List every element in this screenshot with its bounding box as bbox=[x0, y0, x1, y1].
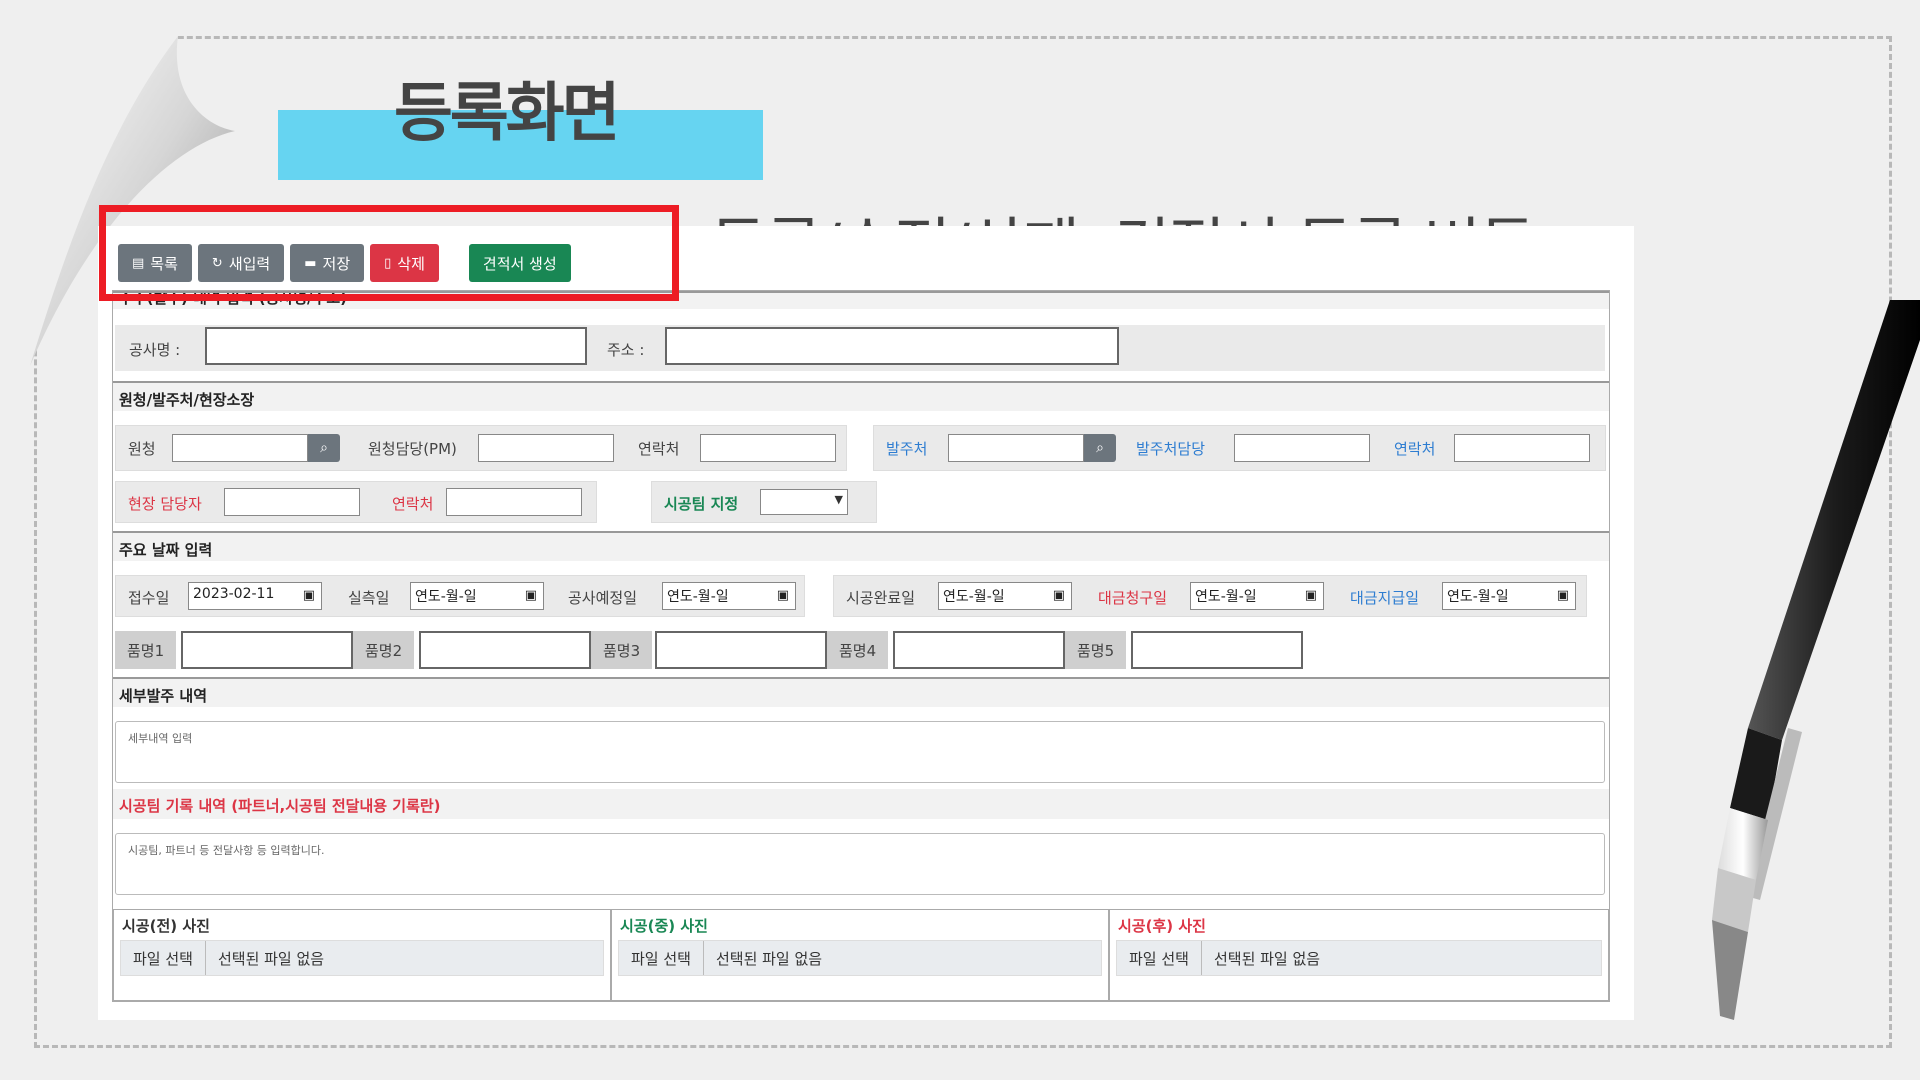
payment-date-value: 연도-월-일 bbox=[1447, 589, 1509, 605]
planned-date-label: 공사예정일 bbox=[568, 589, 638, 607]
address-label: 주소 : bbox=[607, 341, 645, 359]
contact1-label: 연락처 bbox=[638, 440, 680, 458]
payment-date-label: 대금지급일 bbox=[1350, 589, 1420, 607]
product-row: 품명1 품명2 품명3 품명4 품명5 bbox=[115, 631, 1605, 671]
calendar-icon: ▣ bbox=[302, 588, 315, 603]
highlight-box bbox=[99, 205, 679, 301]
product2-label: 품명2 bbox=[353, 631, 415, 669]
orderer-input[interactable] bbox=[948, 434, 1084, 462]
planned-date-input[interactable]: 연도-월-일 ▣ bbox=[662, 582, 796, 610]
contractor-label: 원청 bbox=[128, 440, 156, 458]
site-manager-group: 현장 담당자 연락처 bbox=[115, 481, 597, 523]
pen-decoration bbox=[1712, 300, 1920, 1020]
search-icon: ⌕ bbox=[1096, 440, 1104, 456]
photo-during-file[interactable]: 파일 선택 선택된 파일 없음 bbox=[618, 940, 1102, 976]
slide-title: 등록화면 bbox=[394, 77, 621, 151]
section-dates-heading: 주요 날짜 입력 bbox=[113, 531, 1609, 561]
complete-date-value: 연도-월-일 bbox=[943, 589, 1005, 605]
calendar-icon: ▣ bbox=[1052, 588, 1065, 603]
chevron-down-icon: ▼ bbox=[834, 493, 843, 506]
photo-after-file[interactable]: 파일 선택 선택된 파일 없음 bbox=[1116, 940, 1602, 976]
survey-date-label: 실측일 bbox=[348, 589, 390, 607]
billing-date-label: 대금청구일 bbox=[1098, 589, 1168, 607]
file-none-text: 선택된 파일 없음 bbox=[217, 949, 325, 968]
complete-date-label: 시공완료일 bbox=[846, 589, 916, 607]
product5-input[interactable] bbox=[1131, 631, 1303, 669]
orderer-manager-input[interactable] bbox=[1234, 434, 1370, 462]
photo-after-box: 시공(후) 사진 파일 선택 선택된 파일 없음 bbox=[1109, 909, 1609, 1001]
orderer-manager-label: 발주처담당 bbox=[1136, 440, 1206, 458]
contact3-input[interactable] bbox=[446, 488, 582, 516]
contact1-input[interactable] bbox=[700, 434, 836, 462]
photo-during-title: 시공(중) 사진 bbox=[620, 917, 708, 935]
complete-date-input[interactable]: 연도-월-일 ▣ bbox=[938, 582, 1072, 610]
section-team-heading: 시공팀 기록 내역 (파트너,시공팀 전달내용 기록란) bbox=[113, 789, 1609, 819]
section-detail-heading: 세부발주 내역 bbox=[113, 677, 1609, 707]
survey-date-value: 연도-월-일 bbox=[415, 589, 477, 605]
dates-group-2: 시공완료일 연도-월-일 ▣ 대금청구일 연도-월-일 ▣ 대금지급일 연도-월-일… bbox=[833, 575, 1587, 617]
project-name-input[interactable] bbox=[205, 327, 587, 365]
photo-during-box: 시공(중) 사진 파일 선택 선택된 파일 없음 bbox=[611, 909, 1109, 1001]
payment-date-input[interactable]: 연도-월-일 ▣ bbox=[1442, 582, 1576, 610]
team-textarea[interactable]: 시공팀, 파트너 등 전달사항 등 입력합니다. bbox=[115, 833, 1605, 895]
contact2-input[interactable] bbox=[1454, 434, 1590, 462]
photo-before-file[interactable]: 파일 선택 선택된 파일 없음 bbox=[120, 940, 604, 976]
team-select[interactable]: ▼ bbox=[760, 489, 848, 515]
photo-section: 시공(전) 사진 파일 선택 선택된 파일 없음 시공(중) 사진 파일 선택 … bbox=[113, 909, 1611, 1003]
calendar-icon: ▣ bbox=[776, 588, 789, 603]
product4-label: 품명4 bbox=[827, 631, 889, 669]
product2-input[interactable] bbox=[419, 631, 591, 669]
planned-date-value: 연도-월-일 bbox=[667, 589, 729, 605]
calendar-icon: ▣ bbox=[1556, 588, 1569, 603]
contact2-label: 연락처 bbox=[1394, 440, 1436, 458]
contractor-search-button[interactable]: ⌕ bbox=[308, 434, 340, 462]
contractor-input[interactable] bbox=[172, 434, 308, 462]
billing-date-value: 연도-월-일 bbox=[1195, 589, 1257, 605]
photo-before-title: 시공(전) 사진 bbox=[122, 917, 210, 935]
team-group: 시공팀 지정 ▼ bbox=[651, 481, 877, 523]
file-choose-button[interactable]: 파일 선택 bbox=[619, 941, 704, 975]
search-icon: ⌕ bbox=[320, 440, 328, 456]
photo-before-box: 시공(전) 사진 파일 선택 선택된 파일 없음 bbox=[113, 909, 611, 1001]
pm-label: 원청담당(PM) bbox=[368, 440, 457, 458]
orderer-label: 발주처 bbox=[886, 440, 928, 458]
receipt-date-label: 접수일 bbox=[128, 589, 170, 607]
contact3-label: 연락처 bbox=[392, 495, 434, 513]
product1-input[interactable] bbox=[181, 631, 353, 669]
team-label: 시공팀 지정 bbox=[664, 495, 739, 513]
section-client-heading: 원청/발주처/현장소장 bbox=[113, 381, 1609, 411]
registration-form: 수주(발주) 내역 입력 (공사명/주소) 공사명 : 주소 : 원청/발주처/… bbox=[112, 290, 1610, 1002]
project-row: 공사명 : 주소 : bbox=[115, 325, 1605, 371]
receipt-date-value: 2023-02-11 bbox=[193, 586, 275, 602]
file-choose-button[interactable]: 파일 선택 bbox=[1117, 941, 1202, 975]
contractor-group: 원청 ⌕ 원청담당(PM) 연락처 bbox=[115, 425, 847, 471]
survey-date-input[interactable]: 연도-월-일 ▣ bbox=[410, 582, 544, 610]
file-none-text: 선택된 파일 없음 bbox=[1213, 949, 1321, 968]
calendar-icon: ▣ bbox=[524, 588, 537, 603]
file-none-text: 선택된 파일 없음 bbox=[715, 949, 823, 968]
product1-label: 품명1 bbox=[115, 631, 177, 669]
site-manager-label: 현장 담당자 bbox=[128, 495, 202, 513]
detail-textarea[interactable]: 세부내역 입력 bbox=[115, 721, 1605, 783]
project-name-label: 공사명 : bbox=[129, 341, 181, 359]
site-manager-input[interactable] bbox=[224, 488, 360, 516]
photo-after-title: 시공(후) 사진 bbox=[1118, 917, 1206, 935]
dates-group-1: 접수일 2023-02-11 ▣ 실측일 연도-월-일 ▣ 공사예정일 연도-월-일… bbox=[115, 575, 805, 617]
address-input[interactable] bbox=[665, 327, 1119, 365]
calendar-icon: ▣ bbox=[1304, 588, 1317, 603]
orderer-group: 발주처 ⌕ 발주처담당 연락처 bbox=[873, 425, 1606, 471]
product3-label: 품명3 bbox=[591, 631, 653, 669]
receipt-date-input[interactable]: 2023-02-11 ▣ bbox=[188, 582, 322, 610]
product5-label: 품명5 bbox=[1065, 631, 1127, 669]
pm-input[interactable] bbox=[478, 434, 614, 462]
file-choose-button[interactable]: 파일 선택 bbox=[121, 941, 206, 975]
billing-date-input[interactable]: 연도-월-일 ▣ bbox=[1190, 582, 1324, 610]
orderer-search-button[interactable]: ⌕ bbox=[1084, 434, 1116, 462]
product4-input[interactable] bbox=[893, 631, 1065, 669]
product3-input[interactable] bbox=[655, 631, 827, 669]
